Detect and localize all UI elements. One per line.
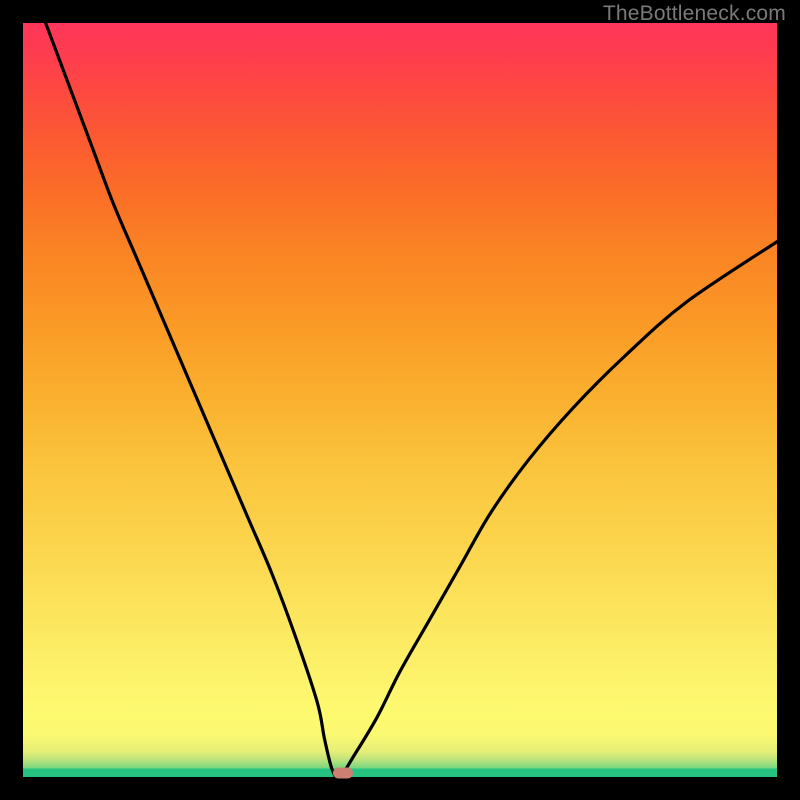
watermark-text: TheBottleneck.com bbox=[603, 2, 786, 26]
curve-path bbox=[46, 23, 777, 777]
plot-area bbox=[23, 23, 777, 777]
bottleneck-marker bbox=[333, 768, 353, 779]
bottleneck-curve bbox=[23, 23, 777, 777]
chart-frame: TheBottleneck.com bbox=[0, 0, 800, 800]
